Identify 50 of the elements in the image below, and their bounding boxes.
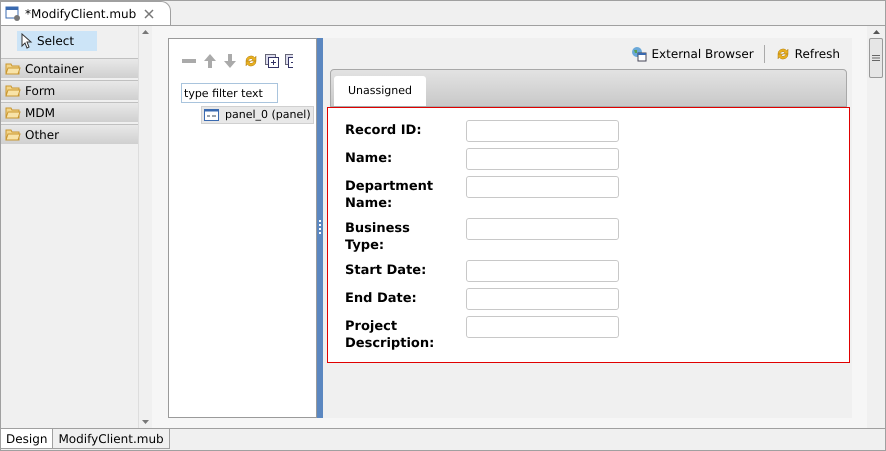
field-label: Project Description: xyxy=(345,318,436,352)
down-arrow-icon[interactable] xyxy=(223,53,237,69)
input-field[interactable] xyxy=(466,260,619,282)
select-tool[interactable]: Select xyxy=(17,31,97,51)
folder-icon xyxy=(5,62,21,75)
folder-icon xyxy=(5,128,21,141)
field-label: Record ID: xyxy=(345,122,423,139)
page-tab[interactable]: Design xyxy=(1,429,54,449)
input-field[interactable] xyxy=(466,316,619,338)
filter-field[interactable]: type filter text xyxy=(181,83,278,103)
palette-drawer[interactable]: Form xyxy=(1,80,138,100)
field-label: Department Name: xyxy=(345,178,434,212)
field-label: Name: xyxy=(345,150,394,167)
refresh-icon xyxy=(243,53,259,69)
scroll-thumb[interactable] xyxy=(869,38,883,78)
panel-icon xyxy=(204,109,219,121)
scrollbar[interactable] xyxy=(867,26,885,428)
document-gear-icon xyxy=(5,6,21,22)
input-field[interactable] xyxy=(466,120,619,142)
form-tab[interactable]: Unassigned xyxy=(334,76,426,106)
scroll-up-icon[interactable] xyxy=(142,30,149,34)
field-label: Business Type: xyxy=(345,220,411,254)
editor-tab-title: *ModifyClient.mub xyxy=(25,6,136,22)
close-icon[interactable] xyxy=(144,8,154,18)
input-field[interactable] xyxy=(466,148,619,170)
input-field[interactable] xyxy=(466,288,619,310)
toolbar-button[interactable]: External Browser xyxy=(631,45,754,63)
up-arrow-icon[interactable] xyxy=(203,53,217,69)
field-label: End Date: xyxy=(345,290,418,307)
input-field[interactable] xyxy=(466,176,619,198)
folder-icon xyxy=(5,106,21,119)
globe-window-icon xyxy=(631,46,648,62)
palette-drawer[interactable]: Container xyxy=(1,58,138,78)
scrollbar[interactable] xyxy=(138,26,152,428)
scroll-down-icon[interactable] xyxy=(142,420,149,424)
refresh-icon xyxy=(774,46,791,62)
expand-all-icon[interactable] xyxy=(265,54,279,68)
grip-icon xyxy=(872,55,880,61)
input-field[interactable] xyxy=(466,218,619,240)
palette-drawer[interactable]: Other xyxy=(1,124,138,144)
scroll-up-icon[interactable] xyxy=(872,30,880,34)
field-label: Start Date: xyxy=(345,262,428,279)
pointer-icon xyxy=(21,33,33,49)
editor-tab[interactable]: *ModifyClient.mub xyxy=(1,1,172,25)
collapse-all-icon[interactable] xyxy=(285,54,293,68)
toolbar-button[interactable]: Refresh xyxy=(774,45,840,63)
tree-item[interactable]: panel_0 (panel) xyxy=(201,106,314,124)
palette-drawer[interactable]: MDM xyxy=(1,102,138,122)
folder-icon xyxy=(5,84,21,97)
page-tab[interactable]: ModifyClient.mub xyxy=(53,429,170,449)
